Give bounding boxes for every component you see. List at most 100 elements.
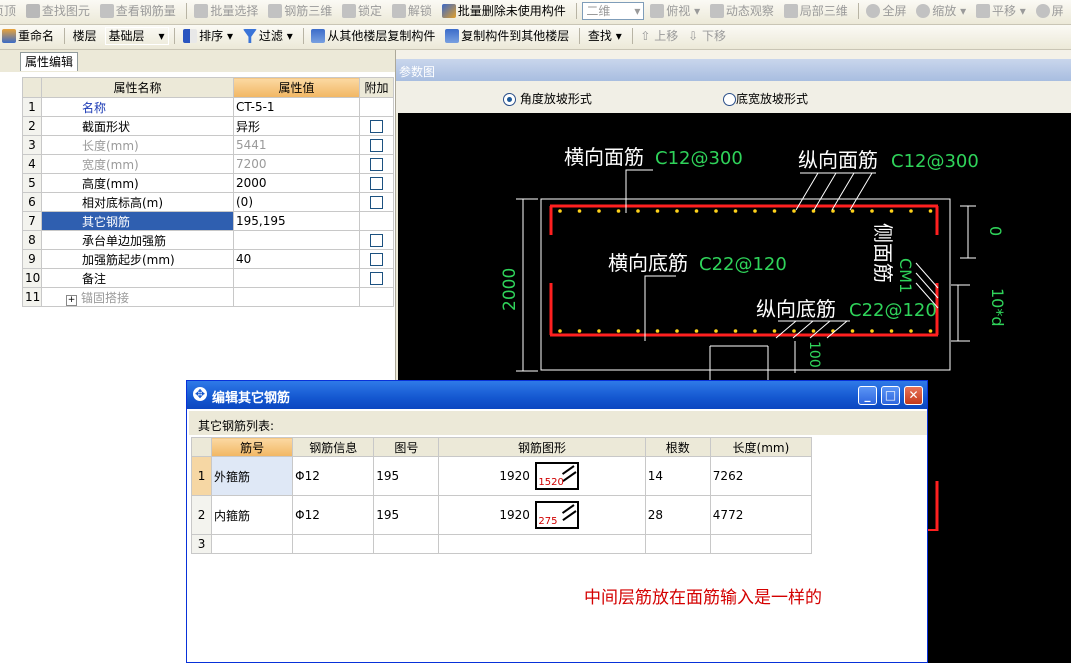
property-extra-cell[interactable]: [359, 116, 394, 136]
count-cell[interactable]: 14: [644, 456, 711, 496]
batch-delete-unused-button[interactable]: 批量删除未使用构件: [440, 0, 570, 22]
property-extra-cell[interactable]: [359, 211, 394, 231]
filter-button[interactable]: 过滤 ▾: [241, 25, 297, 47]
find-button[interactable]: 查找 ▾: [586, 25, 626, 47]
rebar-row[interactable]: 1 外箍筋 Φ12 195 1920 1520 14 7262: [190, 456, 813, 496]
local-3d-button[interactable]: 局部三维: [782, 0, 852, 22]
view-mode-select[interactable]: 二维 ▾: [582, 2, 645, 20]
property-value-cell[interactable]: (0): [233, 192, 360, 212]
copy-from-floor-button[interactable]: 从其他楼层复制构件: [309, 25, 439, 47]
property-extra-cell[interactable]: [359, 154, 394, 174]
move-down-button[interactable]: ⇩ 下移: [686, 25, 730, 47]
property-extra-cell[interactable]: [359, 287, 394, 307]
figure-no-cell[interactable]: 195: [373, 495, 440, 535]
top-rebar-dot: [889, 209, 894, 213]
col-rebar-shape: 钢筋图形: [438, 437, 646, 457]
rebar-info-cell[interactable]: [292, 534, 375, 554]
property-value-cell[interactable]: [233, 287, 360, 307]
property-row[interactable]: 2 截面形状 异形: [22, 116, 394, 136]
minimize-button[interactable]: _: [858, 386, 877, 405]
bar-name-cell[interactable]: 内箍筋: [211, 495, 294, 535]
property-value-cell[interactable]: 异形: [233, 116, 360, 136]
rebar-info-cell[interactable]: Φ12: [292, 456, 375, 496]
property-extra-cell[interactable]: [359, 268, 394, 288]
property-row[interactable]: 5 高度(mm) 2000: [22, 173, 394, 193]
close-icon: ✕: [908, 388, 919, 402]
property-value-cell[interactable]: 7200: [233, 154, 360, 174]
fullscreen-button[interactable]: 全屏: [864, 0, 910, 22]
figure-no-cell[interactable]: 195: [373, 456, 440, 496]
property-row[interactable]: 6 相对底标高(m) (0): [22, 192, 394, 212]
unlock-button[interactable]: 解锁: [390, 0, 436, 22]
property-value-cell[interactable]: 195,195: [233, 211, 360, 231]
bottom-rebar-dot: [850, 329, 855, 333]
checkbox[interactable]: [370, 120, 383, 133]
property-row[interactable]: 7 其它钢筋 195,195: [22, 211, 394, 231]
length-cell[interactable]: 7262: [709, 456, 813, 496]
rebar-info-cell[interactable]: Φ12: [292, 495, 375, 535]
length-cell[interactable]: [709, 534, 813, 554]
checkbox[interactable]: [370, 253, 383, 266]
floor-select[interactable]: 基础层 ▾: [104, 27, 169, 45]
rebar-row[interactable]: 3: [190, 534, 813, 554]
radio-width-slope[interactable]: 底宽放坡形式: [723, 90, 808, 107]
view-rebar-qty-button[interactable]: 查看钢筋量: [98, 0, 180, 22]
radio-angle-slope[interactable]: 角度放坡形式: [503, 90, 592, 107]
checkbox[interactable]: [370, 177, 383, 190]
property-value-cell[interactable]: 40: [233, 249, 360, 269]
property-name-cell: 宽度(mm): [41, 154, 234, 174]
property-value-cell[interactable]: [233, 230, 360, 250]
tab-property-edit[interactable]: 属性编辑: [20, 52, 79, 71]
count-cell[interactable]: 28: [644, 495, 711, 535]
top-view-button[interactable]: 俯视 ▾: [648, 0, 704, 22]
property-row[interactable]: 1 名称 CT-5-1: [22, 97, 394, 117]
move-up-button[interactable]: ⇧ 上移: [638, 25, 682, 47]
count-cell[interactable]: [644, 534, 711, 554]
property-extra-cell[interactable]: [359, 249, 394, 269]
property-row[interactable]: 8 承台单边加强筋: [22, 230, 394, 250]
rebar-shape-cell[interactable]: [438, 534, 646, 554]
bar-name-cell[interactable]: [211, 534, 294, 554]
property-value-cell[interactable]: 5441: [233, 135, 360, 155]
bar-name-cell[interactable]: 外箍筋: [211, 456, 294, 496]
maximize-button[interactable]: □: [881, 386, 900, 405]
dynamic-observe-button[interactable]: 动态观察: [708, 0, 778, 22]
checkbox[interactable]: [370, 139, 383, 152]
toolbar-page-top[interactable]: 页顶: [0, 0, 20, 22]
checkbox[interactable]: [370, 234, 383, 247]
rebar-shape-cell[interactable]: 1920 1520: [438, 456, 646, 496]
rebar-row[interactable]: 2 内箍筋 Φ12 195 1920 275 28 4772: [190, 495, 813, 535]
property-extra-cell[interactable]: [359, 97, 394, 117]
property-extra-cell[interactable]: [359, 192, 394, 212]
figure-no-cell[interactable]: [373, 534, 440, 554]
property-row[interactable]: 9 加强筋起步(mm) 40: [22, 249, 394, 269]
checkbox[interactable]: [370, 158, 383, 171]
property-row[interactable]: 3 长度(mm) 5441: [22, 135, 394, 155]
property-extra-cell[interactable]: [359, 135, 394, 155]
length-cell[interactable]: 4772: [709, 495, 813, 535]
maximize-icon: □: [884, 388, 897, 402]
expand-icon[interactable]: +: [66, 294, 77, 306]
copy-to-floor-button[interactable]: 复制构件到其他楼层: [443, 25, 573, 47]
checkbox[interactable]: [370, 272, 383, 285]
rebar-3d-button[interactable]: 钢筋三维: [266, 0, 336, 22]
pan-button[interactable]: 平移 ▾: [974, 0, 1030, 22]
batch-select-button[interactable]: 批量选择: [192, 0, 262, 22]
property-value-cell[interactable]: [233, 268, 360, 288]
zoom-button[interactable]: 缩放 ▾: [914, 0, 970, 22]
checkbox[interactable]: [370, 196, 383, 209]
close-button[interactable]: ✕: [904, 386, 923, 405]
property-row[interactable]: 11 + 锚固搭接: [22, 287, 394, 307]
find-element-button[interactable]: 查找图元: [24, 0, 94, 22]
property-extra-cell[interactable]: [359, 173, 394, 193]
lock-button[interactable]: 锁定: [340, 0, 386, 22]
property-extra-cell[interactable]: [359, 230, 394, 250]
property-value-cell[interactable]: CT-5-1: [233, 97, 360, 117]
property-row[interactable]: 4 宽度(mm) 7200: [22, 154, 394, 174]
property-value-cell[interactable]: 2000: [233, 173, 360, 193]
rename-button[interactable]: 重命名: [0, 25, 58, 47]
rebar-shape-cell[interactable]: 1920 275: [438, 495, 646, 535]
property-row[interactable]: 10 备注: [22, 268, 394, 288]
sort-button[interactable]: 排序 ▾: [181, 25, 237, 47]
screen-button[interactable]: 屏: [1034, 0, 1068, 22]
